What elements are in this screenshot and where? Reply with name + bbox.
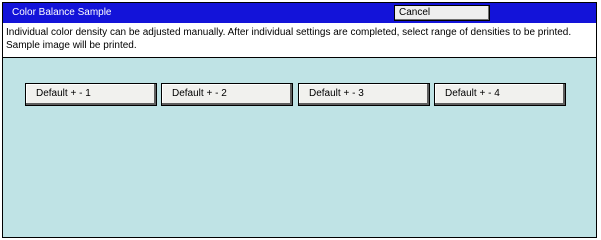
title-bar: Color Balance Sample Cancel (3, 3, 596, 23)
cancel-button[interactable]: Cancel (394, 5, 490, 21)
instruction-text: Individual color density can be adjusted… (3, 23, 596, 56)
color-balance-dialog: Color Balance Sample Cancel Individual c… (2, 2, 597, 238)
default-4-button[interactable]: Default + - 4 (434, 83, 566, 106)
density-options-panel: Default + - 1 Default + - 2 Default + - … (3, 57, 596, 237)
default-1-button[interactable]: Default + - 1 (25, 83, 157, 106)
default-2-button[interactable]: Default + - 2 (161, 83, 293, 106)
default-3-button[interactable]: Default + - 3 (298, 83, 430, 106)
dialog-title: Color Balance Sample (12, 7, 112, 18)
